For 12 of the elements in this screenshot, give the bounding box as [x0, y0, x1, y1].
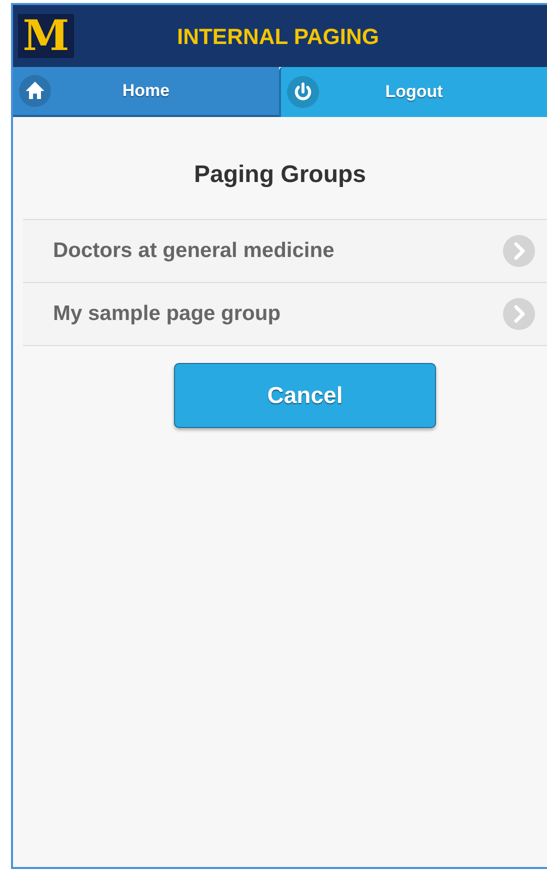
chevron-icon [503, 298, 535, 330]
logo: M [18, 14, 74, 58]
nav-tab[interactable]: Logout [279, 67, 547, 117]
group-name: My sample page group [53, 301, 282, 328]
app-title: INTERNAL PAGING [176, 22, 380, 50]
home-icon [19, 75, 51, 107]
page-heading: Paging Groups [192, 160, 367, 190]
power-icon [287, 76, 319, 108]
group-name: Doctors at general medicine [53, 238, 336, 264]
nav-tab[interactable]: Home [13, 67, 279, 117]
chevron-icon [503, 235, 535, 267]
cancel-button[interactable]: Cancel [174, 363, 436, 428]
